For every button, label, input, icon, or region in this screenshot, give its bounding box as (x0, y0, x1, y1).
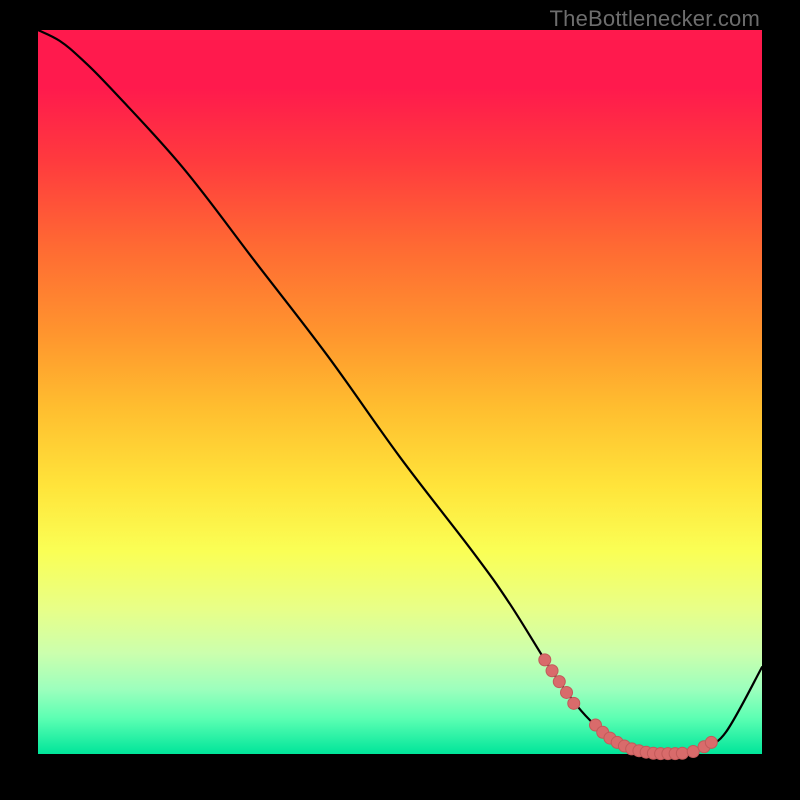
watermark-text: TheBottlenecker.com (550, 6, 760, 32)
highlight-dots (539, 654, 718, 760)
highlight-dot (561, 686, 573, 698)
highlight-dot (705, 736, 717, 748)
highlight-dot (676, 747, 688, 759)
highlight-dot (539, 654, 551, 666)
plot-area (38, 30, 762, 754)
chart-frame: TheBottlenecker.com (0, 0, 800, 800)
chart-svg (38, 30, 762, 754)
highlight-dot (568, 697, 580, 709)
bottleneck-curve (38, 30, 762, 754)
highlight-dot (687, 745, 699, 757)
highlight-dot (553, 676, 565, 688)
highlight-dot (546, 665, 558, 677)
